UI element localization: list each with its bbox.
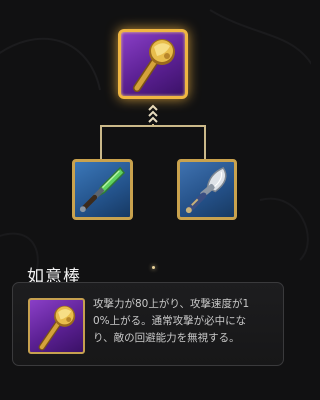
green-blade-icon [79, 166, 126, 213]
result-item-slot[interactable] [118, 29, 188, 99]
component-slot-2[interactable] [177, 159, 237, 220]
item-description-panel: 攻撃力が80上がり、攻撃速度が1 0%上がる。通常攻撃が必中にな り、敵の回避能… [12, 282, 284, 366]
sparkle-decoration [152, 266, 155, 269]
golden-staff-icon [133, 39, 175, 92]
component-slot-1[interactable] [72, 159, 133, 220]
description-item-icon [28, 298, 85, 354]
steel-dagger-icon [185, 166, 227, 214]
golden-staff-icon [38, 305, 76, 351]
item-description-text: 攻撃力が80上がり、攻撃速度が1 0%上がる。通常攻撃が必中にな り、敵の回避能… [93, 298, 250, 344]
